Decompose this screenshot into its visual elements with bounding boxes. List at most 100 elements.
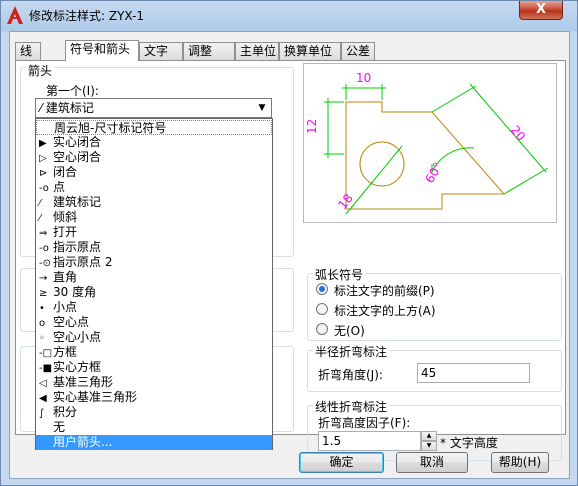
origin-indicator-2-icon: -⊙ [39, 258, 51, 269]
right-angle-icon: → [39, 273, 48, 284]
dropdown-item-label: 空心小点 [53, 330, 102, 344]
arc-none-radio[interactable] [316, 323, 328, 335]
dropdown-item-label: 实心闭合 [53, 135, 102, 149]
closed-blank-arrow-icon: ▷ [39, 153, 47, 164]
dropdown-item[interactable]: -o 指示原点 [36, 240, 272, 255]
dropdown-item-label: 空心闭合 [53, 150, 102, 164]
dot-small-icon: • [39, 303, 45, 314]
dropdown-item[interactable]: 周云旭-尺寸标记符号 [36, 120, 272, 135]
spin-down-icon[interactable]: ▼ [421, 441, 437, 451]
tab-alternate-units[interactable]: 换算单位 [279, 42, 341, 60]
dropdown-item[interactable]: ∫ 积分 [36, 405, 272, 420]
dropdown-item[interactable]: -⊙ 指示原点 2 [36, 255, 272, 270]
integral-icon: ∫ [39, 408, 45, 419]
jog-height-input[interactable]: 1.5 [318, 431, 421, 451]
jog-angle-label: 折弯角度(J): [318, 368, 383, 382]
close-button[interactable]: X [519, 1, 563, 20]
first-arrow-combo[interactable]: ⁄ 建筑标记 ▼ [35, 98, 272, 118]
tab-text[interactable]: 文字 [139, 42, 183, 60]
arc-none-label[interactable]: 无(O) [334, 322, 365, 339]
dropdown-item-label: 实心方框 [53, 360, 102, 374]
preview-dim-12: 12 [305, 119, 319, 134]
closed-filled-arrow-icon: ▶ [39, 138, 47, 149]
tab-primary-units[interactable]: 主单位 [235, 42, 279, 60]
dropdown-item-label: 无 [53, 420, 66, 434]
radius-jog-label: 半径折弯标注 [313, 343, 390, 360]
first-arrow-label: 第一个(I): [46, 84, 99, 98]
dropdown-item[interactable]: 无 [36, 420, 272, 435]
dropdown-item-label: 30 度角 [53, 285, 97, 299]
dropdown-item-label: 打开 [53, 225, 78, 239]
dropdown-item[interactable]: -■实心方框 [36, 360, 272, 375]
dialog-client: 线 符号和箭头 文字 调整 主单位 换算单位 公差 箭头 第一个(I): 10 … [9, 31, 570, 479]
dot-blank-icon: o [39, 318, 46, 329]
dropdown-item-user-arrow[interactable]: 用户箭头... [36, 435, 272, 450]
jog-height-suffix: * 文字高度 [440, 436, 498, 450]
dropdown-item[interactable]: -□方框 [36, 345, 272, 360]
preview-drawing: 10 12 20 18 60° [305, 71, 549, 215]
arc-prefix-radio[interactable] [316, 283, 328, 295]
dropdown-item-label: 闭合 [53, 165, 78, 179]
oblique-icon: ⁄ [39, 213, 41, 224]
dropdown-item-label: 建筑标记 [53, 195, 102, 209]
dropdown-item[interactable]: ⇒ 打开 [36, 225, 272, 240]
dot-small-blank-icon: ◦ [39, 333, 45, 344]
open-30-icon: ≥ [39, 288, 48, 299]
arc-prefix-label[interactable]: 标注文字的前缀(P) [334, 282, 435, 299]
spin-up-icon[interactable]: ▲ [421, 431, 437, 441]
dropdown-item-label: 空心点 [53, 315, 90, 329]
architectural-tick-icon: ⁄ [39, 198, 41, 209]
dropdown-item[interactable]: ≥30 度角 [36, 285, 272, 300]
jog-height-label: 折弯高度因子(F): [318, 416, 411, 430]
arrowheads-group-label: 箭头 [26, 62, 55, 79]
dropdown-item[interactable]: ◦ 空心小点 [36, 330, 272, 345]
dropdown-item-label: 方框 [53, 345, 78, 359]
arc-above-radio[interactable] [316, 303, 328, 315]
dropdown-item[interactable]: ▶ 实心闭合 [36, 135, 272, 150]
datum-triangle-filled-icon: ◀ [39, 393, 47, 404]
autocad-logo-icon [7, 6, 23, 24]
arc-above-label[interactable]: 标注文字的上方(A) [334, 302, 436, 319]
dropdown-item-label: 指示原点 2 [53, 255, 113, 269]
tab-symbols-arrows[interactable]: 符号和箭头 [65, 40, 139, 61]
dropdown-item-label: 指示原点 [53, 240, 102, 254]
help-button[interactable]: 帮助(H) [491, 452, 549, 473]
box-filled-icon: -■ [39, 363, 53, 374]
preview-dim-60: 60° [422, 160, 445, 185]
ok-button[interactable]: 确定 [299, 452, 384, 473]
dropdown-item-label: 实心基准三角形 [53, 390, 138, 404]
dropdown-item-label: 用户箭头... [53, 435, 113, 449]
open-arrow-icon: ⇒ [39, 228, 48, 239]
dropdown-item[interactable]: • 小点 [36, 300, 272, 315]
dialog-window: 修改标注样式: ZYX-1 X 线 符号和箭头 文字 调整 主单位 换算单位 公… [0, 0, 578, 486]
box-icon: -□ [39, 348, 53, 359]
jog-angle-input[interactable]: 45 [417, 363, 530, 383]
dropdown-item[interactable]: ⁄ 建筑标记 [36, 195, 272, 210]
closed-arrow-icon: ⊳ [39, 168, 48, 179]
origin-indicator-icon: -o [39, 243, 49, 254]
tab-tolerances[interactable]: 公差 [341, 42, 375, 60]
jog-height-spinner[interactable]: ▲ ▼ [421, 431, 437, 451]
dropdown-item-label: 倾斜 [53, 210, 78, 224]
dropdown-item-label: 积分 [53, 405, 78, 419]
first-arrow-value: 建筑标记 [45, 101, 94, 115]
dropdown-item-label: 小点 [53, 300, 78, 314]
dropdown-item[interactable]: → 直角 [36, 270, 272, 285]
chevron-down-icon[interactable]: ▼ [255, 101, 269, 115]
title-bar[interactable]: 修改标注样式: ZYX-1 X [1, 1, 577, 31]
tab-lines[interactable]: 线 [15, 42, 41, 60]
dropdown-item-label: 基准三角形 [53, 375, 114, 389]
cancel-button[interactable]: 取消 [396, 452, 468, 473]
arrow-dropdown-list: 周云旭-尺寸标记符号 ▶ 实心闭合 ▷ 空心闭合 ⊳ 闭合 -o 点 ⁄ 建筑标记 ⁄ 倾斜… [35, 118, 273, 450]
preview-dim-20: 20 [508, 123, 529, 144]
window-title: 修改标注样式: ZYX-1 [29, 9, 144, 23]
dropdown-item[interactable]: -o 点 [36, 180, 272, 195]
dropdown-item[interactable]: ◁ 基准三角形 [36, 375, 272, 390]
preview-pane: 10 12 20 18 60° [303, 63, 557, 223]
dropdown-item[interactable]: o 空心点 [36, 315, 272, 330]
dropdown-item[interactable]: ⊳ 闭合 [36, 165, 272, 180]
dropdown-item[interactable]: ◀ 实心基准三角形 [36, 390, 272, 405]
dropdown-item[interactable]: ▷ 空心闭合 [36, 150, 272, 165]
tab-fit[interactable]: 调整 [183, 42, 235, 60]
dropdown-item[interactable]: ⁄ 倾斜 [36, 210, 272, 225]
